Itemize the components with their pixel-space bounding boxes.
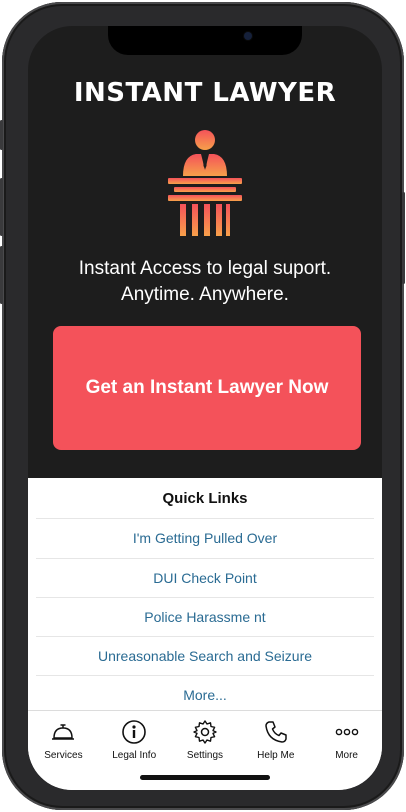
power-button	[402, 192, 405, 284]
quick-links-panel: Quick Links I'm Getting Pulled Over DUI …	[28, 478, 382, 790]
notch	[108, 26, 302, 55]
lawyer-podium-icon	[168, 130, 242, 236]
quick-link-search-seizure[interactable]: Unreasonable Search and Seizure	[36, 636, 374, 675]
phone-frame: INSTANT LAWYER Instant Access to legal s…	[0, 2, 405, 810]
home-indicator	[140, 775, 270, 780]
tab-help-me-label: Help Me	[257, 750, 295, 761]
volume-up-button	[0, 178, 3, 236]
tab-more[interactable]: More	[311, 711, 382, 790]
tagline: Instant Access to legal suport. Anytime.…	[28, 256, 382, 308]
mute-switch	[0, 120, 3, 150]
tab-settings-label: Settings	[186, 750, 224, 761]
phone-icon	[265, 721, 287, 743]
screen: INSTANT LAWYER Instant Access to legal s…	[28, 26, 382, 790]
tagline-line-1: Instant Access to legal suport.	[78, 258, 332, 279]
tab-legal-info-label: Legal Info	[112, 750, 157, 761]
info-icon	[122, 720, 146, 744]
gear-icon	[193, 720, 217, 744]
quick-links-list: I'm Getting Pulled Over DUI Check Point …	[36, 518, 374, 714]
tab-more-label: More	[335, 750, 358, 761]
app-title: INSTANT LAWYER	[73, 78, 337, 108]
quick-link-more[interactable]: More...	[36, 675, 374, 714]
quick-link-pulled-over[interactable]: I'm Getting Pulled Over	[36, 518, 374, 558]
quick-links-title: Quick Links	[162, 490, 248, 507]
camera-icon	[244, 32, 252, 40]
quick-link-dui-checkpoint[interactable]: DUI Check Point	[36, 558, 374, 597]
quick-link-police-harassment[interactable]: Police Harassme nt	[36, 597, 374, 636]
get-lawyer-button[interactable]: Get an Instant Lawyer Now	[53, 326, 361, 450]
tagline-line-2: Anytime. Anywhere.	[121, 284, 289, 305]
more-icon	[335, 728, 358, 736]
bell-icon	[52, 724, 75, 740]
volume-down-button	[0, 246, 3, 304]
tab-services-label: Services	[44, 750, 83, 761]
tab-services[interactable]: Services	[28, 711, 99, 790]
